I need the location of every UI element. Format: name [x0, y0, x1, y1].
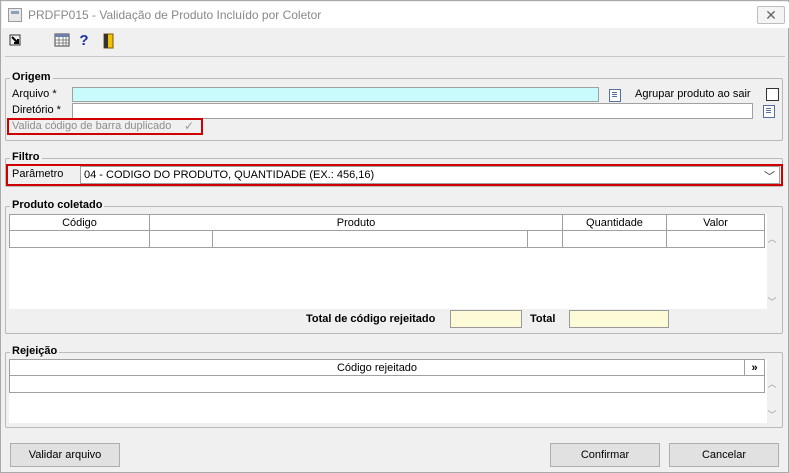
file-browse-icon [609, 89, 621, 102]
window-title: PRDFP015 - Validação de Produto Incluído… [28, 8, 322, 22]
title-bar: PRDFP015 - Validação de Produto Incluído… [2, 2, 789, 28]
scroll-down-icon[interactable]: ﹀ [766, 296, 778, 308]
col-produto[interactable]: Produto [150, 214, 563, 231]
close-icon: ✕ [765, 7, 777, 23]
table-row-cell[interactable] [563, 231, 667, 248]
table-row-cell[interactable] [150, 231, 213, 248]
folder-browse-icon [763, 105, 775, 118]
col-codigo-rejeitado[interactable]: Código rejeitado [9, 359, 745, 376]
diretorio-input[interactable] [72, 103, 753, 119]
produto-title: Produto coletado [10, 199, 105, 211]
help-icon[interactable]: ? [76, 33, 92, 49]
valida-label: Valida código de barra duplicado [12, 120, 172, 132]
scroll-up-icon[interactable]: ︿ [766, 233, 778, 245]
agrupar-checkbox[interactable] [766, 88, 779, 101]
total-field [569, 310, 669, 328]
toolbar: ? [2, 29, 789, 53]
expand-columns-icon[interactable]: » [745, 359, 765, 376]
exit-arrow-icon[interactable] [7, 33, 23, 49]
main-window: PRDFP015 - Validação de Produto Incluído… [0, 0, 789, 473]
arquivo-label: Arquivo * [12, 88, 57, 100]
table-row[interactable] [9, 376, 765, 393]
valida-checkbox[interactable]: ✓ [184, 119, 194, 133]
parametro-label: Parâmetro [12, 168, 64, 180]
scroll-down-icon[interactable]: ﹀ [766, 409, 778, 421]
diretorio-browse-button[interactable] [759, 102, 779, 120]
table-row-cell[interactable] [213, 231, 528, 248]
door-exit-icon[interactable] [100, 33, 116, 49]
filtro-title: Filtro [10, 151, 42, 163]
total-label: Total [530, 313, 556, 325]
table-row-cell[interactable] [9, 231, 150, 248]
arquivo-browse-button[interactable] [605, 86, 625, 104]
total-rejeitado-field [450, 310, 522, 328]
arquivo-input[interactable] [72, 87, 599, 102]
chevron-down-icon[interactable]: ﹀ [764, 168, 775, 184]
col-quantidade[interactable]: Quantidade [563, 214, 667, 231]
close-button[interactable]: ✕ [757, 6, 785, 24]
parametro-select[interactable]: 04 - CODIGO DO PRODUTO, QUANTIDADE (EX.:… [80, 166, 780, 184]
table-row-cell[interactable] [528, 231, 563, 248]
origem-title: Origem [10, 71, 53, 83]
rejeicao-title: Rejeição [10, 345, 60, 357]
calendar-grid-icon[interactable] [54, 33, 70, 49]
total-rejeitado-label: Total de código rejeitado [306, 313, 436, 325]
diretorio-label: Diretório * [12, 104, 61, 116]
validar-arquivo-button[interactable]: Validar arquivo [10, 443, 120, 467]
produto-grid: Código Produto Quantidade Valor ︿ ﹀ [9, 214, 777, 309]
toolbar-separator [5, 56, 785, 57]
confirmar-button[interactable]: Confirmar [550, 443, 660, 467]
rejeicao-grid: Código rejeitado » ︿ ﹀ [9, 359, 777, 423]
parametro-value: 04 - CODIGO DO PRODUTO, QUANTIDADE (EX.:… [84, 169, 375, 181]
app-icon [8, 8, 22, 22]
col-codigo[interactable]: Código [9, 214, 150, 231]
cancelar-button[interactable]: Cancelar [669, 443, 779, 467]
agrupar-label: Agrupar produto ao sair [635, 88, 751, 100]
table-row-cell[interactable] [667, 231, 765, 248]
col-valor[interactable]: Valor [667, 214, 765, 231]
scroll-up-icon[interactable]: ︿ [766, 378, 778, 390]
